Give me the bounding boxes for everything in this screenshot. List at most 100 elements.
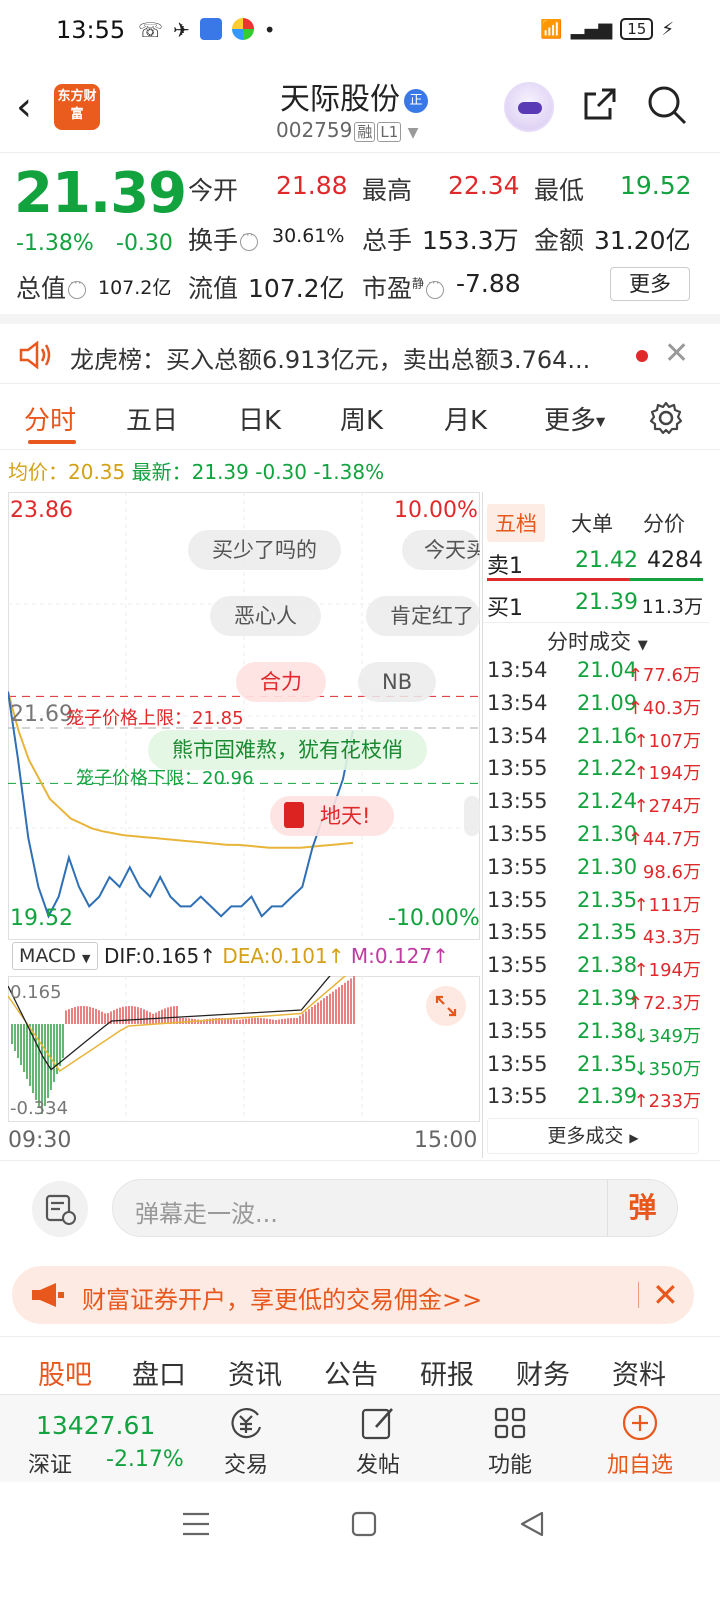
menu-icon[interactable] (180, 1510, 212, 1538)
trade-price: 21.16 (577, 723, 638, 748)
tab-financials[interactable]: 财务 (516, 1353, 570, 1392)
time-axis: 09:30 15:00 (8, 1124, 480, 1158)
danmu-comment[interactable]: 买少了吗的 (188, 530, 341, 570)
indicator-select[interactable]: MACD ▼ (12, 942, 98, 970)
share-icon[interactable] (580, 84, 620, 124)
danmu-comment[interactable]: 熊市固难熬，犹有花枝俏 (148, 730, 427, 770)
notice-text: 龙虎榜：买入总额6.913亿元，卖出总额3.764... (70, 346, 591, 374)
latest-value: 21.39 (191, 460, 249, 484)
up-arrow-icon: ↑ (432, 944, 449, 968)
nav-post[interactable]: 发帖 (338, 1403, 418, 1479)
latest-label: 最新： (131, 460, 192, 484)
promo-banner[interactable]: 财富证券开户，享更低的交易佣金>> ✕ (12, 1266, 694, 1324)
macd-chart-svg (7, 948, 480, 1122)
expand-icon[interactable] (426, 986, 466, 1026)
close-icon[interactable]: ✕ (652, 1276, 679, 1314)
system-nav-bar (0, 1482, 720, 1600)
trade-row: 13:54 21.16 ↑107万 (487, 722, 709, 754)
trade-price: 21.35 (577, 887, 638, 912)
back-icon[interactable]: ‹ (16, 84, 32, 130)
intraday-chart[interactable]: 23.86 10.00% 19.52 -10.00% 21.69 笼子价格上限：… (8, 492, 480, 940)
trade-time: 13:55 (487, 789, 548, 814)
trade-direction-icon: ↑ (633, 894, 649, 916)
tab-five-day[interactable]: 五日 (126, 400, 178, 437)
tab-price-distribution[interactable]: 分价 (635, 504, 693, 542)
danmu-settings-icon[interactable] (32, 1181, 88, 1237)
danmu-comment[interactable]: 今天买 (402, 530, 480, 570)
tab-profile[interactable]: 资料 (612, 1353, 666, 1392)
info-icon[interactable] (68, 276, 87, 299)
danmu-input[interactable]: 弹幕走一波... 弹 (112, 1179, 678, 1237)
trades-header[interactable]: 分时成交 ▼ (547, 626, 648, 656)
trade-time: 13:55 (487, 986, 548, 1010)
up-arrow-icon: ↑ (327, 944, 345, 968)
close-icon[interactable]: ✕ (664, 336, 689, 371)
nav-add-watchlist[interactable]: 加自选 (600, 1403, 680, 1479)
danmu-comment[interactable]: 地天! (270, 796, 395, 836)
trade-price: 21.24 (577, 789, 638, 814)
tab-announcements[interactable]: 公告 (324, 1353, 378, 1392)
megaphone-icon (32, 1283, 64, 1307)
trade-price: 21.30 (577, 854, 638, 879)
tab-more[interactable]: 更多▼ (544, 400, 605, 437)
search-icon[interactable] (646, 84, 688, 126)
macd-chart[interactable]: 0.165 -0.334 (7, 948, 480, 1122)
tab-research[interactable]: 研报 (420, 1353, 474, 1392)
trade-price: 21.38 (577, 1018, 638, 1043)
active-tab-indicator (28, 440, 76, 444)
battery-icon: 15 (620, 18, 654, 40)
nav-functions[interactable]: 功能 (470, 1403, 550, 1479)
tab-daily-k[interactable]: 日K (238, 400, 281, 437)
up-arrow-icon: ↑ (199, 944, 217, 968)
danmu-send-button[interactable]: 弹 (607, 1180, 677, 1236)
tab-big-orders[interactable]: 大单 (563, 504, 621, 542)
tab-forum[interactable]: 股吧 (38, 1353, 92, 1392)
tab-news[interactable]: 资讯 (228, 1353, 282, 1392)
notice-bar[interactable]: 龙虎榜：买入总额6.913亿元，卖出总额3.764... ✕ (0, 314, 720, 384)
nav-trade[interactable]: 交易 (206, 1403, 286, 1479)
trade-row: 13:54 21.04 ↑77.6万 (487, 656, 709, 688)
wifi-icon: 📶 (540, 18, 563, 40)
tab-five-levels[interactable]: 五档 (487, 504, 545, 542)
chevron-down-icon: ▼ (407, 125, 419, 141)
danmu-comment[interactable]: 合力 (236, 662, 326, 702)
trade-price: 21.39 (577, 1084, 638, 1109)
danmu-comment[interactable]: 恶心人 (210, 596, 321, 636)
turnover-label: 换手 (188, 221, 260, 257)
avg-price-value: 20.35 (68, 460, 126, 484)
m-value: M:0.127 (350, 944, 433, 968)
stock-code: 002759 (276, 118, 353, 142)
index-value[interactable]: 13427.61 (36, 1411, 155, 1440)
trade-volume: ↑77.6万 (627, 665, 701, 686)
pe-label: 市盈静 (362, 269, 446, 305)
stock-code-row[interactable]: 002759 融 L1 ▼ (276, 118, 418, 142)
sell1-volume: 4284 (647, 548, 703, 573)
unread-dot (636, 350, 648, 362)
info-icon[interactable] (426, 276, 445, 299)
sell-level-1: 卖1 21.42 4284 (483, 544, 709, 580)
more-trades-button[interactable]: 更多成交 ▶ (487, 1118, 699, 1154)
low-label: 最低 (534, 176, 585, 205)
danmu-comment[interactable]: NB (358, 662, 437, 702)
trade-direction-icon: ↑ (633, 730, 649, 752)
tab-intraday[interactable]: 分时 (24, 400, 76, 437)
market-cap-label: 总值 (16, 269, 88, 305)
latest-percent: -1.38% (313, 460, 385, 484)
robot-assistant-icon[interactable] (504, 82, 554, 132)
trade-direction-icon: ↑ (627, 697, 643, 719)
index-name[interactable]: 深证 (28, 1447, 72, 1479)
tab-order-flow[interactable]: 盘口 (132, 1353, 186, 1392)
tab-monthly-k[interactable]: 月K (444, 400, 487, 437)
time-end: 15:00 (414, 1128, 478, 1153)
tab-weekly-k[interactable]: 周K (340, 400, 383, 437)
low-value: 19.52 (620, 171, 692, 200)
gear-icon[interactable] (648, 400, 684, 436)
info-icon[interactable] (240, 228, 259, 251)
home-icon[interactable] (350, 1510, 378, 1538)
trade-volume: 43.3万 (642, 927, 701, 949)
app-notification-icon (199, 18, 222, 40)
danmu-comment[interactable]: 肯定红了 (366, 596, 480, 636)
stock-title: 天际股份正 (280, 74, 428, 118)
back-nav-icon[interactable] (518, 1510, 546, 1538)
more-quote-button[interactable]: 更多 (610, 267, 690, 301)
